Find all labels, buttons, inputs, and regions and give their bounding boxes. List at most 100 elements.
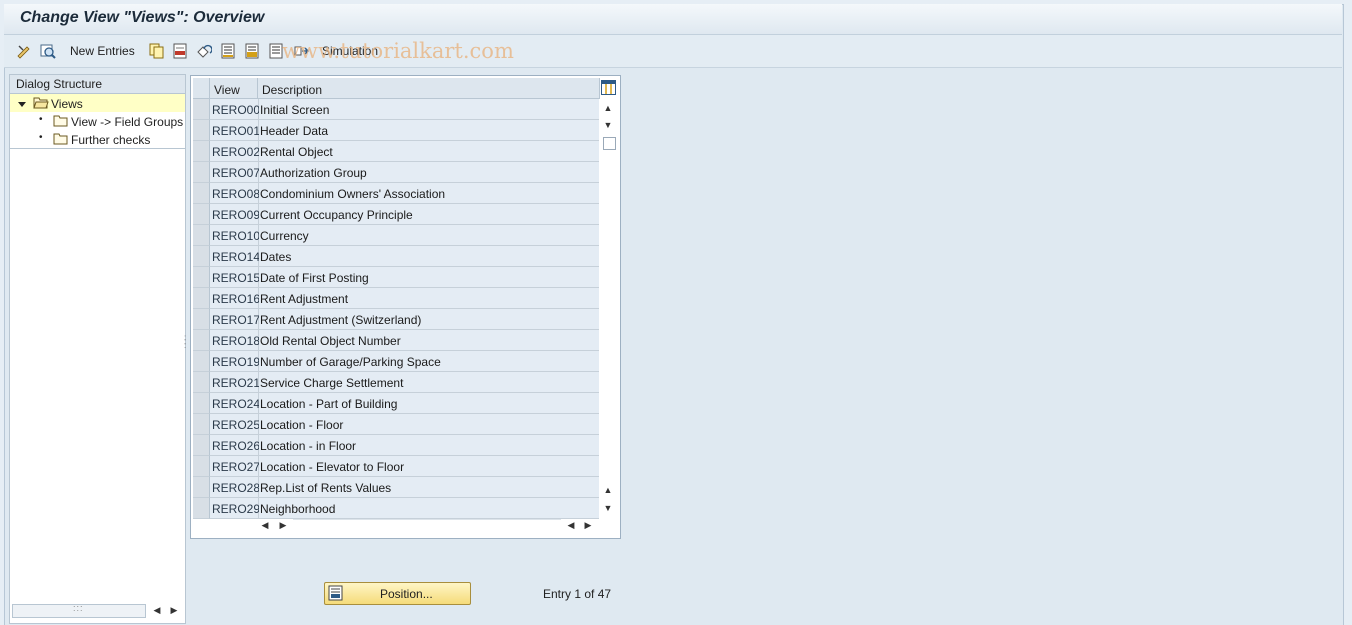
cell-view[interactable]: RERO18: [210, 330, 260, 351]
cell-description[interactable]: Location - Floor: [259, 414, 599, 435]
undo-icon[interactable]: [196, 43, 212, 59]
cell-view[interactable]: RERO00: [210, 99, 260, 120]
scroll-down-icon[interactable]: ▼: [602, 118, 614, 132]
row-selector[interactable]: [193, 498, 210, 519]
cell-view[interactable]: RERO14: [210, 246, 260, 267]
tree-hscrollbar[interactable]: :::: [12, 603, 146, 618]
cell-description[interactable]: Date of First Posting: [259, 267, 599, 288]
cell-view[interactable]: RERO09: [210, 204, 260, 225]
cell-description[interactable]: Rep.List of Rents Values: [259, 477, 599, 498]
table-row[interactable]: RERO16 Rent Adjustment: [193, 288, 599, 309]
cell-description[interactable]: Location - in Floor: [259, 435, 599, 456]
row-selector[interactable]: [193, 99, 210, 120]
row-selector[interactable]: [193, 435, 210, 456]
row-selector[interactable]: [193, 288, 210, 309]
select-all-icon[interactable]: [220, 43, 236, 59]
pane-splitter[interactable]: :::: [184, 74, 188, 622]
cell-description[interactable]: Location - Part of Building: [259, 393, 599, 414]
cell-description[interactable]: Number of Garage/Parking Space: [259, 351, 599, 372]
display-change-icon[interactable]: [16, 43, 32, 59]
cell-description[interactable]: Rent Adjustment: [259, 288, 599, 309]
table-row[interactable]: RERO18 Old Rental Object Number: [193, 330, 599, 351]
table-row[interactable]: RERO21 Service Charge Settlement: [193, 372, 599, 393]
cell-view[interactable]: RERO24: [210, 393, 260, 414]
tree-node-further-checks[interactable]: • Further checks: [10, 130, 185, 149]
scroll-left-icon[interactable]: ◀: [259, 518, 271, 532]
position-button[interactable]: Position...: [324, 582, 471, 605]
row-selector[interactable]: [193, 330, 210, 351]
table-row[interactable]: RERO24 Location - Part of Building: [193, 393, 599, 414]
cell-view[interactable]: RERO17: [210, 309, 260, 330]
cell-description[interactable]: Initial Screen: [259, 99, 599, 120]
cell-description[interactable]: Location - Elevator to Floor: [259, 456, 599, 477]
cell-view[interactable]: RERO10: [210, 225, 260, 246]
table-settings-icon[interactable]: [601, 80, 616, 98]
row-selector[interactable]: [193, 162, 210, 183]
cell-description[interactable]: Condominium Owners' Association: [259, 183, 599, 204]
table-row[interactable]: RERO00 Initial Screen: [193, 99, 599, 120]
cell-description[interactable]: Service Charge Settlement: [259, 372, 599, 393]
table-row[interactable]: RERO17 Rent Adjustment (Switzerland): [193, 309, 599, 330]
copy-icon[interactable]: [148, 43, 164, 59]
details-icon[interactable]: [40, 43, 56, 59]
cell-description[interactable]: Currency: [259, 225, 599, 246]
row-selector[interactable]: [193, 204, 210, 225]
cell-view[interactable]: RERO16: [210, 288, 260, 309]
row-selector[interactable]: [193, 183, 210, 204]
table-row[interactable]: RERO26 Location - in Floor: [193, 435, 599, 456]
cell-view[interactable]: RERO28: [210, 477, 260, 498]
scroll-down-icon[interactable]: ▼: [602, 501, 614, 515]
row-selector[interactable]: [193, 456, 210, 477]
cell-view[interactable]: RERO15: [210, 267, 260, 288]
cell-description[interactable]: Old Rental Object Number: [259, 330, 599, 351]
table-row[interactable]: RERO28 Rep.List of Rents Values: [193, 477, 599, 498]
table-row[interactable]: RERO01 Header Data: [193, 120, 599, 141]
cell-view[interactable]: RERO25: [210, 414, 260, 435]
table-row[interactable]: RERO02 Rental Object: [193, 141, 599, 162]
expand-arrow-icon[interactable]: [18, 98, 27, 112]
table-row[interactable]: RERO07 Authorization Group: [193, 162, 599, 183]
cell-view[interactable]: RERO27: [210, 456, 260, 477]
cell-description[interactable]: Header Data: [259, 120, 599, 141]
row-selector[interactable]: [193, 393, 210, 414]
table-row[interactable]: RERO15 Date of First Posting: [193, 267, 599, 288]
cell-description[interactable]: Authorization Group: [259, 162, 599, 183]
scroll-left-icon[interactable]: ◀: [565, 518, 577, 532]
cell-description[interactable]: Rental Object: [259, 141, 599, 162]
row-selector[interactable]: [193, 414, 210, 435]
scroll-right-icon[interactable]: ▶: [582, 518, 594, 532]
row-selector[interactable]: [193, 225, 210, 246]
cell-description[interactable]: Current Occupancy Principle: [259, 204, 599, 225]
scroll-up-icon[interactable]: ▲: [602, 483, 614, 497]
hscroll-track[interactable]: [293, 519, 561, 531]
cell-description[interactable]: Dates: [259, 246, 599, 267]
row-selector[interactable]: [193, 309, 210, 330]
scroll-right-icon[interactable]: ▶: [277, 518, 289, 532]
row-selector[interactable]: [193, 120, 210, 141]
cell-description[interactable]: Rent Adjustment (Switzerland): [259, 309, 599, 330]
table-row[interactable]: RERO27 Location - Elevator to Floor: [193, 456, 599, 477]
scroll-up-icon[interactable]: ▲: [602, 101, 614, 115]
column-header-description[interactable]: Description: [258, 78, 600, 99]
row-selector[interactable]: [193, 267, 210, 288]
table-row[interactable]: RERO25 Location - Floor: [193, 414, 599, 435]
select-block-icon[interactable]: [244, 43, 260, 59]
table-row[interactable]: RERO10 Currency: [193, 225, 599, 246]
cell-view[interactable]: RERO26: [210, 435, 260, 456]
tree-node-view-field-groups[interactable]: • View -> Field Groups: [10, 112, 185, 130]
cell-view[interactable]: RERO19: [210, 351, 260, 372]
row-selector[interactable]: [193, 372, 210, 393]
new-entries-button[interactable]: New Entries: [70, 44, 135, 58]
scroll-left-icon[interactable]: ◀: [151, 603, 163, 617]
row-selector[interactable]: [193, 477, 210, 498]
cell-view[interactable]: RERO01: [210, 120, 260, 141]
cell-view[interactable]: RERO08: [210, 183, 260, 204]
table-row[interactable]: RERO09 Current Occupancy Principle: [193, 204, 599, 225]
delete-icon[interactable]: [172, 43, 188, 59]
table-row[interactable]: RERO08 Condominium Owners' Association: [193, 183, 599, 204]
cell-view[interactable]: RERO02: [210, 141, 260, 162]
scroll-right-icon[interactable]: ▶: [168, 603, 180, 617]
table-row[interactable]: RERO19 Number of Garage/Parking Space: [193, 351, 599, 372]
scroll-thumb[interactable]: [603, 137, 616, 150]
cell-view[interactable]: RERO29: [210, 498, 260, 519]
